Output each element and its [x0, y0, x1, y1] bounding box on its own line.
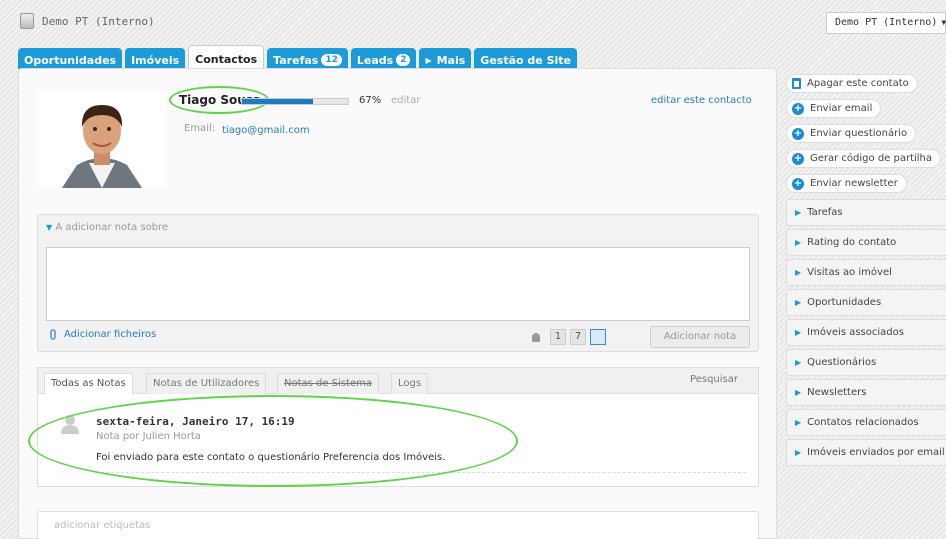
section-oportunidades[interactable]: ▶ Oportunidades: [786, 289, 946, 316]
section-tarefas[interactable]: ▶ Tarefas: [786, 199, 946, 226]
sidebar: Apagar este contato + Enviar email + Envia…: [786, 74, 946, 466]
section-newsletters[interactable]: ▶ Newsletters: [786, 379, 946, 406]
number-box[interactable]: 1: [550, 329, 566, 345]
notes-tab-utilizadores[interactable]: Notas de Utilizadores: [146, 373, 267, 394]
tags-input[interactable]: adicionar etiquetas: [54, 520, 150, 531]
note-form-header[interactable]: ▼ A adicionar nota sobre: [46, 222, 168, 233]
bell-icon[interactable]: [532, 333, 540, 342]
tab-imoveis[interactable]: Imóveis: [125, 48, 186, 69]
section-label: Newsletters: [807, 387, 867, 398]
action-label: Enviar email: [810, 103, 873, 114]
action-label: Enviar questionário: [810, 128, 908, 139]
tab-label: Oportunidades: [24, 53, 117, 67]
add-note-button[interactable]: Adicionar nota: [650, 326, 750, 348]
plus-icon: +: [792, 152, 804, 165]
notes-tab-todas[interactable]: Todas as Notas: [44, 373, 133, 394]
generate-share-code-button[interactable]: + Gerar código de partilha: [786, 149, 942, 168]
tags-box: adicionar etiquetas: [37, 511, 759, 539]
brand-name: Demo PT (Interno): [42, 14, 155, 28]
section-label: Contatos relacionados: [807, 417, 919, 428]
plus-icon: +: [792, 102, 804, 115]
trash-icon: [792, 78, 801, 89]
tab-oportunidades[interactable]: Oportunidades: [18, 48, 123, 69]
add-note-form: ▼ A adicionar nota sobre Adicionar fiche…: [37, 214, 759, 352]
main-tabs: Oportunidades Imóveis Contactos Tarefas 1…: [18, 45, 577, 69]
note-form-header-label: A adicionar nota sobre: [55, 222, 169, 233]
section-questionarios[interactable]: ▶ Questionários: [786, 349, 946, 376]
section-label: Imóveis enviados por email: [807, 447, 945, 458]
number-box[interactable]: 7: [570, 329, 586, 345]
tab-leads[interactable]: Leads 2: [350, 48, 417, 69]
top-bar: Demo PT (Interno) Demo PT (Interno) ▼: [0, 0, 946, 44]
edit-link[interactable]: editar: [391, 95, 420, 106]
account-select-value: Demo PT (Interno): [835, 17, 938, 28]
action-label: Enviar newsletter: [810, 178, 898, 189]
profile-progress-bar: [241, 98, 349, 105]
section-contatos-relacionados[interactable]: ▶ Contatos relacionados: [786, 409, 946, 436]
calendar-icon[interactable]: [590, 329, 606, 345]
send-newsletter-button[interactable]: + Enviar newsletter: [786, 174, 907, 193]
tab-label: Leads: [356, 53, 394, 67]
section-label: Rating do contato: [807, 237, 897, 248]
section-label: Oportunidades: [807, 297, 882, 308]
triangle-right-icon: ▶: [795, 208, 802, 217]
triangle-right-icon: ▶: [795, 358, 802, 367]
tab-label: Mais: [436, 53, 466, 67]
tab-contactos[interactable]: Contactos: [188, 45, 265, 69]
action-label: Gerar código de partilha: [810, 153, 933, 164]
caret-right-icon: ▶: [425, 55, 432, 65]
note-textarea[interactable]: [46, 247, 750, 321]
triangle-right-icon: ▶: [795, 418, 802, 427]
triangle-right-icon: ▶: [795, 328, 802, 337]
triangle-down-icon: ▼: [46, 223, 53, 232]
attach-files-link[interactable]: Adicionar ficheiros: [50, 329, 156, 340]
tab-label: Tarefas: [273, 53, 319, 67]
contact-photo: [37, 91, 167, 188]
plus-icon: +: [792, 177, 804, 190]
brand-logo-icon: [20, 13, 34, 29]
plus-icon: +: [792, 127, 804, 140]
send-questionnaire-button[interactable]: + Enviar questionário: [786, 124, 917, 143]
email-link[interactable]: tiago@gmail.com: [222, 125, 310, 136]
action-label: Apagar este contato: [807, 78, 909, 89]
section-label: Questionários: [807, 357, 877, 368]
edit-contact-link[interactable]: editar este contacto: [651, 95, 752, 106]
account-select[interactable]: Demo PT (Interno) ▼: [826, 12, 946, 34]
triangle-right-icon: ▶: [795, 448, 802, 457]
brand[interactable]: Demo PT (Interno): [20, 13, 155, 29]
section-imoveis-enviados[interactable]: ▶ Imóveis enviados por email: [786, 439, 946, 466]
tab-mais[interactable]: ▶ Mais: [419, 48, 472, 69]
notes-tab-sistema[interactable]: Notas de Sistema: [277, 373, 379, 394]
triangle-right-icon: ▶: [795, 268, 802, 277]
section-rating[interactable]: ▶ Rating do contato: [786, 229, 946, 256]
note-highlight-circle: [28, 395, 518, 487]
count-badge: 12: [321, 54, 342, 66]
section-visitas[interactable]: ▶ Visitas ao imóvel: [786, 259, 946, 286]
notes-tab-logs[interactable]: Logs: [391, 373, 429, 394]
tab-gestao-de-site[interactable]: Gestão de Site: [474, 48, 577, 69]
triangle-right-icon: ▶: [795, 388, 802, 397]
tab-label: Gestão de Site: [480, 53, 571, 67]
section-label: Visitas ao imóvel: [807, 267, 892, 278]
tab-label: Imóveis: [131, 53, 180, 67]
triangle-right-icon: ▶: [795, 238, 802, 247]
section-imoveis-associados[interactable]: ▶ Imóveis associados: [786, 319, 946, 346]
attach-files-label: Adicionar ficheiros: [64, 329, 157, 340]
tab-tarefas[interactable]: Tarefas 12: [267, 48, 348, 69]
paperclip-icon: [50, 329, 56, 340]
progress-fill: [242, 99, 314, 104]
search-notes-link[interactable]: Pesquisar: [690, 374, 738, 385]
section-label: Imóveis associados: [807, 327, 904, 338]
send-email-button[interactable]: + Enviar email: [786, 99, 882, 118]
delete-contact-button[interactable]: Apagar este contato: [786, 74, 918, 93]
count-badge: 2: [396, 54, 411, 66]
section-label: Tarefas: [807, 207, 843, 218]
tab-label: Contactos: [195, 52, 258, 66]
progress-percent: 67%: [359, 95, 382, 106]
triangle-right-icon: ▶: [795, 298, 802, 307]
notes-tabs: Todas as Notas Notas de Utilizadores Not…: [38, 368, 758, 394]
dropdown-arrow-icon: ▼: [941, 18, 946, 27]
email-label: Email:: [184, 123, 216, 134]
